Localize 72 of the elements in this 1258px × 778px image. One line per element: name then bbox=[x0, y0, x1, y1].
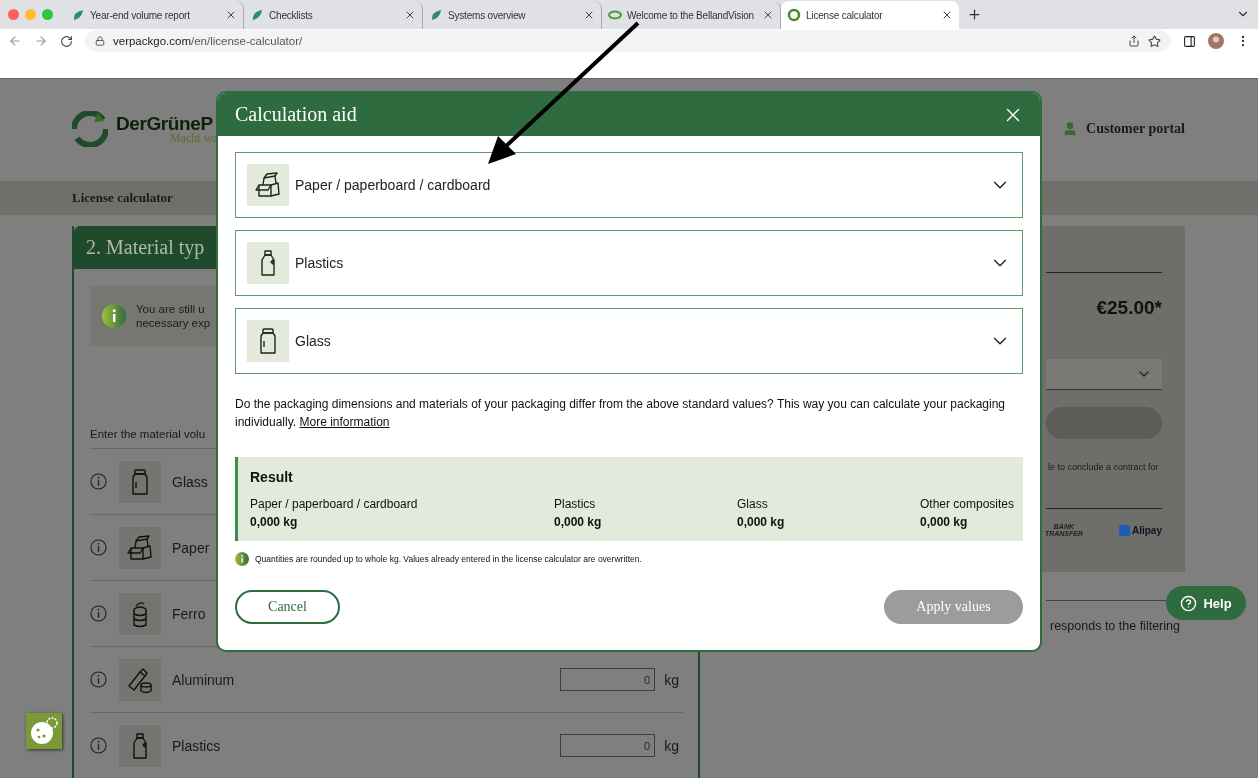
tab-favicon-icon bbox=[429, 8, 443, 22]
help-button[interactable]: Help bbox=[1166, 586, 1246, 620]
window-zoom-dot[interactable] bbox=[42, 9, 53, 20]
address-bar[interactable]: verpackgo.com/en/license-calculator/ bbox=[85, 30, 1171, 52]
info-circle-icon[interactable] bbox=[90, 539, 107, 556]
material-label: Ferro bbox=[172, 605, 206, 622]
card-title: 2. Material typ bbox=[86, 236, 205, 259]
result-title: Result bbox=[250, 469, 294, 485]
info-circle-icon[interactable] bbox=[90, 605, 107, 622]
result-value: 0,000 kg bbox=[554, 515, 603, 529]
description: Do the packaging dimensions and materials of your packaging differ from the above standard values? This way you can calculate your packaging individually. More information bbox=[235, 396, 1006, 431]
result-value: 0,000 kg bbox=[250, 515, 299, 529]
tab-favicon-icon bbox=[250, 8, 264, 22]
info-icon bbox=[235, 552, 249, 566]
accordion-item[interactable]: Plastics bbox=[235, 230, 1023, 296]
material-label: Glass bbox=[172, 473, 208, 490]
avatar-icon[interactable] bbox=[1208, 33, 1224, 49]
quantity-input[interactable]: 0 bbox=[560, 668, 656, 691]
cancel-button[interactable]: Cancel bbox=[235, 590, 340, 624]
customer-portal-link[interactable]: Customer portal bbox=[1086, 121, 1185, 137]
filter-text: responds to the filtering bbox=[1050, 619, 1181, 633]
summary-note: le to conclude a contract for bbox=[1048, 462, 1160, 472]
logo-name: DerGrüneP bbox=[116, 112, 214, 134]
back-icon[interactable] bbox=[8, 34, 22, 48]
info-circle-icon[interactable] bbox=[90, 737, 107, 754]
result-label: Plastics bbox=[554, 497, 597, 511]
lock-icon bbox=[95, 36, 105, 46]
material-label: Paper bbox=[172, 539, 210, 556]
cookie-settings-button[interactable] bbox=[26, 713, 62, 749]
unit-label: kg bbox=[664, 671, 679, 688]
result-value: 0,000 kg bbox=[920, 515, 969, 529]
result-label: Other composites bbox=[920, 497, 1015, 511]
close-icon[interactable] bbox=[762, 9, 774, 21]
material-label: Plastics bbox=[172, 737, 221, 754]
accordion-item[interactable]: Paper / paperboard / cardboard bbox=[235, 152, 1023, 218]
result-value: 0,000 kg bbox=[737, 515, 786, 529]
browser-tab[interactable]: License calculator bbox=[781, 1, 959, 29]
select-field[interactable] bbox=[1046, 359, 1162, 390]
rounding-note: Quantities are rounded up to whole kg. Values already entered in the license calculator are overwritten. bbox=[255, 554, 642, 564]
reload-icon[interactable] bbox=[60, 34, 73, 48]
bookmark-star-icon[interactable] bbox=[1148, 34, 1161, 48]
help-icon bbox=[1180, 594, 1198, 612]
box-icon bbox=[126, 533, 154, 562]
window-close-dot[interactable] bbox=[8, 9, 19, 20]
close-icon[interactable] bbox=[583, 9, 595, 21]
info-circle-icon[interactable] bbox=[90, 671, 107, 688]
quantity-input[interactable]: 0 bbox=[560, 734, 656, 757]
new-tab-icon[interactable] bbox=[967, 7, 982, 22]
box-icon bbox=[254, 171, 282, 199]
tab-favicon-icon bbox=[608, 8, 622, 22]
more-information-link[interactable]: More information bbox=[299, 415, 390, 429]
close-icon[interactable] bbox=[941, 9, 953, 21]
accordion-item[interactable]: Glass bbox=[235, 308, 1023, 374]
info-text: necessary exp bbox=[136, 317, 211, 329]
tab-favicon-icon bbox=[71, 8, 85, 22]
result-label: Glass bbox=[737, 497, 769, 511]
price: €25.00* bbox=[1096, 297, 1162, 319]
forward-icon[interactable] bbox=[34, 34, 48, 48]
material-label: Aluminum bbox=[172, 671, 235, 688]
close-icon[interactable] bbox=[404, 9, 416, 21]
close-icon[interactable] bbox=[225, 9, 237, 21]
window-minimize-dot[interactable] bbox=[25, 9, 36, 20]
info-circle-icon[interactable] bbox=[90, 473, 107, 490]
info-icon bbox=[102, 304, 126, 328]
recycle-arrows-icon bbox=[72, 111, 108, 147]
share-icon[interactable] bbox=[1128, 35, 1140, 47]
dialog-title: Calculation aid bbox=[235, 103, 357, 126]
info-text: You are still u bbox=[136, 303, 206, 315]
alipay-logo: Alipay bbox=[1119, 524, 1162, 536]
result-label: Paper / paperboard / cardboard bbox=[250, 497, 419, 511]
unit-label: kg bbox=[664, 737, 679, 754]
side-panel-icon[interactable] bbox=[1183, 34, 1196, 48]
